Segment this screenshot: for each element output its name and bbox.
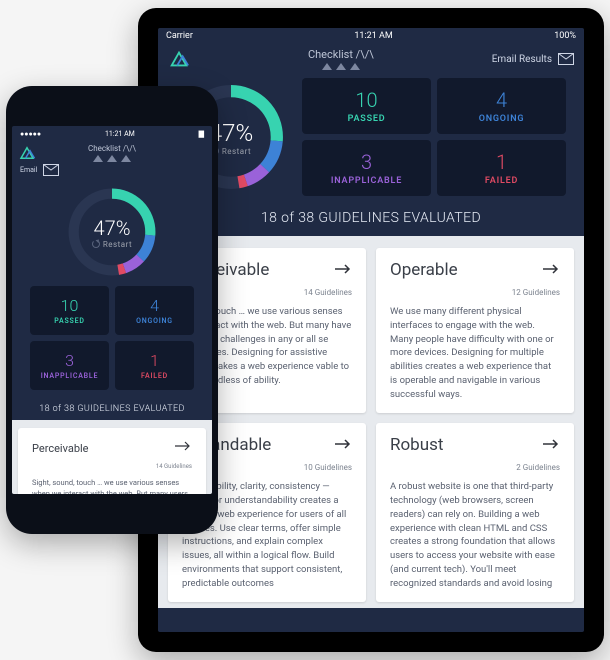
phone-frame: ●●●●● 11:21 AM ▇ Checklist /\/\ Email (6, 86, 218, 534)
stat-ongoing-label: ONGOING (123, 317, 186, 325)
stats-grid: 10 PASSED 4 ONGOING 3 INAPPLICABLE 1 FAI… (30, 286, 194, 390)
arrow-right-icon (542, 263, 560, 275)
restart-button[interactable]: Restart (92, 240, 132, 249)
dashboard: 47% Restart 10 PASSED 4 ONGOING 3 INAPPL… (12, 176, 212, 398)
stat-passed[interactable]: 10 PASSED (30, 286, 109, 335)
stat-failed[interactable]: 1 FAILED (437, 140, 566, 196)
stat-inapplicable[interactable]: 3 INAPPLICABLE (30, 341, 109, 390)
stat-ongoing[interactable]: 4 ONGOING (115, 286, 194, 335)
topbar: Checklist /\/\ (12, 142, 212, 164)
stat-passed-value: 10 (38, 296, 101, 315)
stat-inapp-label: INAPPLICABLE (38, 372, 101, 380)
dashboard: 47% Restart 10 PASSED 4 ONGOING 3 INAPPL… (158, 72, 584, 204)
summary-line: 18 of 38 GUIDELINES EVALUATED (12, 398, 212, 420)
card-operable[interactable]: Operable 12 Guidelines We use many diffe… (376, 248, 574, 413)
card-count: 2 Guidelines (390, 463, 560, 472)
stat-failed-value: 1 (123, 351, 186, 370)
status-carrier: Carrier (166, 31, 193, 41)
email-label: Email Results (492, 54, 552, 65)
stat-inapp-value: 3 (38, 351, 101, 370)
app-logo-icon (18, 144, 36, 162)
mail-icon (558, 53, 574, 65)
guideline-cards[interactable]: Perceivable 14 Guidelines Sight, sound, … (12, 420, 212, 494)
status-battery: 100% (554, 31, 576, 41)
donut-center: 47% Restart (92, 216, 132, 249)
progress-donut: 47% Restart (66, 186, 158, 278)
email-results-button[interactable]: Email Results (492, 53, 574, 65)
arrow-right-icon (174, 440, 192, 452)
stat-failed-value: 1 (445, 150, 558, 174)
topbar: Checklist /\/\ Email Results (158, 44, 584, 72)
checklist-label: Checklist /\/\ (88, 144, 136, 153)
card-count: 12 Guidelines (390, 288, 560, 297)
mail-icon (43, 164, 59, 176)
app-logo-icon (168, 48, 190, 70)
card-title: Operable (390, 260, 536, 280)
checklist-heading: Checklist /\/\ (36, 144, 188, 162)
card-robust[interactable]: Robust 2 Guidelines A robust website is … (376, 423, 574, 602)
arrow-right-icon (334, 438, 352, 450)
stat-ongoing-value: 4 (123, 296, 186, 315)
stats-grid: 10 PASSED 4 ONGOING 3 INAPPLICABLE 1 FAI… (302, 78, 566, 196)
reload-icon (92, 240, 100, 248)
email-results-button[interactable]: Email (12, 164, 212, 176)
stat-ongoing-value: 4 (445, 88, 558, 112)
checklist-heading: Checklist /\/\ (190, 48, 492, 70)
summary-line: 18 of 38 GUIDELINES EVALUATED (158, 204, 584, 236)
status-bar: Carrier 11:21 AM 100% (158, 28, 584, 44)
stat-failed[interactable]: 1 FAILED (115, 341, 194, 390)
stat-passed[interactable]: 10 PASSED (302, 78, 431, 134)
level-triangles-icon (322, 63, 360, 70)
stat-passed-label: PASSED (310, 114, 423, 124)
status-time: 11:21 AM (105, 130, 135, 138)
status-battery: ▇ (199, 130, 204, 138)
stat-inapp-label: INAPPLICABLE (310, 176, 423, 186)
guideline-cards[interactable]: Perceivable 14 Guidelines sound, touch …… (158, 236, 584, 608)
card-title: Robust (390, 435, 536, 455)
stat-passed-label: PASSED (38, 317, 101, 325)
level-triangles-icon (93, 155, 131, 162)
status-carrier: ●●●●● (20, 130, 41, 138)
tablet-screen: Carrier 11:21 AM 100% Checklist /\/\ Ema… (158, 28, 584, 632)
arrow-right-icon (542, 438, 560, 450)
status-time: 11:21 AM (354, 31, 392, 41)
card-body: Sight, sound, touch … we use various sen… (32, 478, 192, 494)
stat-failed-label: FAILED (123, 372, 186, 380)
checklist-label: Checklist /\/\ (308, 48, 374, 61)
status-bar: ●●●●● 11:21 AM ▇ (12, 126, 212, 142)
arrow-right-icon (334, 263, 352, 275)
stat-ongoing-label: ONGOING (445, 114, 558, 124)
card-body: We use many different physical interface… (390, 305, 560, 401)
stat-inapplicable[interactable]: 3 INAPPLICABLE (302, 140, 431, 196)
card-count: 14 Guidelines (32, 463, 192, 470)
stat-ongoing[interactable]: 4 ONGOING (437, 78, 566, 134)
card-perceivable[interactable]: Perceivable 14 Guidelines Sight, sound, … (18, 428, 206, 494)
phone-screen: ●●●●● 11:21 AM ▇ Checklist /\/\ Email (12, 126, 212, 494)
email-label: Email (20, 166, 37, 174)
progress-percent: 47% (92, 216, 132, 240)
card-body: A robust website is one that third-party… (390, 480, 560, 590)
card-title: Perceivable (32, 442, 168, 455)
stat-inapp-value: 3 (310, 150, 423, 174)
stat-passed-value: 10 (310, 88, 423, 112)
stat-failed-label: FAILED (445, 176, 558, 186)
